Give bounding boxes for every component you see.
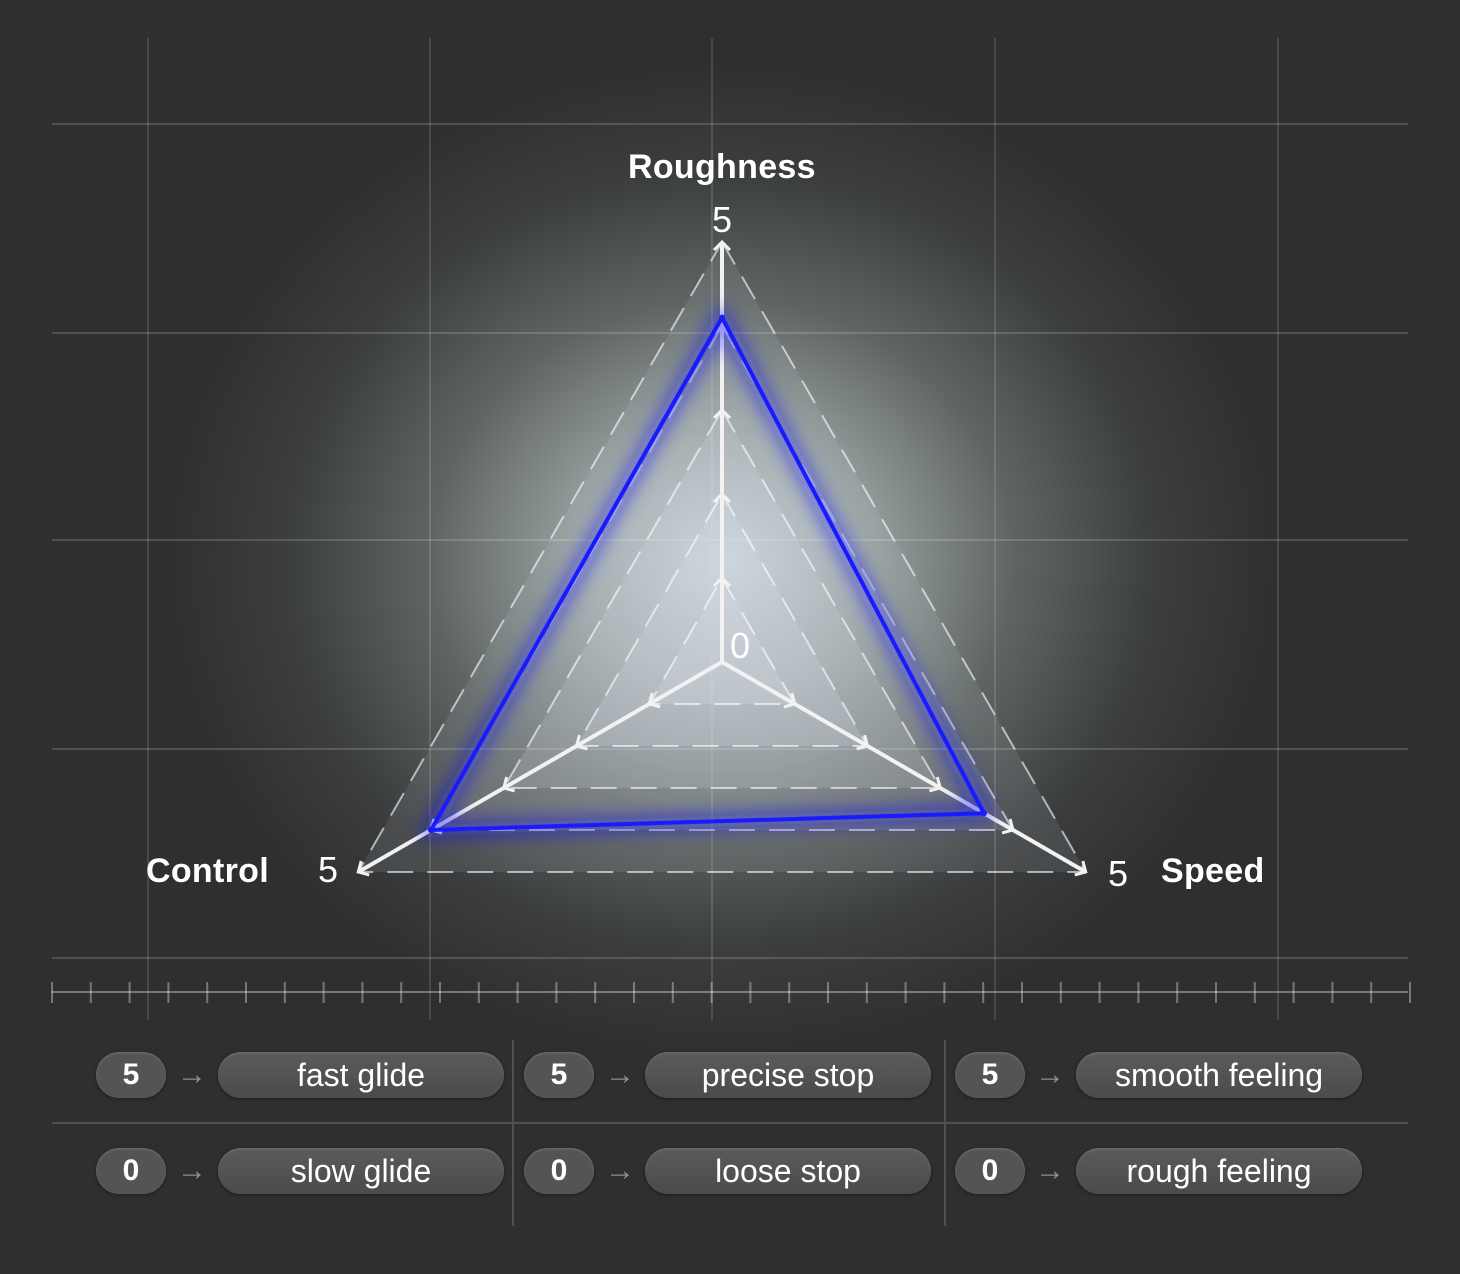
arrow-icon: → xyxy=(605,1058,635,1091)
legend-table: 5 → fast glide 5 → precise stop 5 → smoo… xyxy=(0,1020,1460,1274)
legend-label-pill: slow glide xyxy=(218,1148,504,1194)
legend-row-min: 0 → slow glide 0 → loose stop 0 → rough … xyxy=(0,1148,1460,1208)
arrow-icon: → xyxy=(605,1154,635,1187)
value-badge: 0 xyxy=(524,1148,594,1194)
value-badge: 5 xyxy=(524,1052,594,1098)
series-point-speed xyxy=(980,810,987,817)
axis-label-control: Control xyxy=(146,852,269,890)
bottom-ruler xyxy=(51,982,1411,1003)
value-badge: 0 xyxy=(955,1148,1025,1194)
legend-row-divider xyxy=(52,1122,1408,1124)
arrow-icon: → xyxy=(177,1154,207,1187)
legend-label-pill: precise stop xyxy=(645,1052,931,1098)
legend-label-pill: loose stop xyxy=(645,1148,931,1194)
series-point-roughness xyxy=(719,314,725,321)
axis-label-roughness: Roughness xyxy=(628,148,816,186)
value-badge: 5 xyxy=(96,1052,166,1098)
axis-label-speed: Speed xyxy=(1161,852,1265,890)
axis-min-roughness: 0 xyxy=(730,625,751,666)
axis-max-control: 5 xyxy=(318,849,339,890)
legend-row-max: 5 → fast glide 5 → precise stop 5 → smoo… xyxy=(0,1052,1460,1112)
arrow-icon: → xyxy=(177,1058,207,1091)
arrow-icon: → xyxy=(1035,1058,1065,1091)
series-point-control xyxy=(428,827,435,833)
legend-label-pill: fast glide xyxy=(218,1052,504,1098)
legend-label-pill: smooth feeling xyxy=(1076,1052,1362,1098)
axis-max-roughness: 5 xyxy=(712,199,733,240)
chart-panel: Roughness 5 0 Speed 5 Control 5 5 → fast… xyxy=(0,0,1460,1274)
axis-max-speed: 5 xyxy=(1108,853,1129,894)
arrow-icon: → xyxy=(1035,1154,1065,1187)
value-badge: 0 xyxy=(96,1148,166,1194)
value-badge: 5 xyxy=(955,1052,1025,1098)
legend-label-pill: rough feeling xyxy=(1076,1148,1362,1194)
